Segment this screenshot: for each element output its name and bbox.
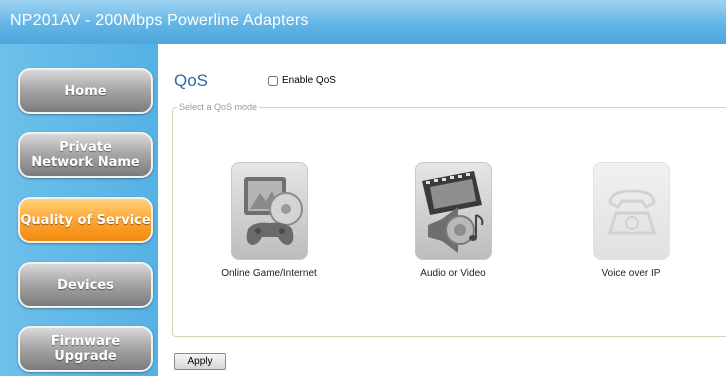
nav-quality-of-service-label: Quality of Service (20, 212, 151, 228)
nav-home-button[interactable]: Home (18, 68, 153, 114)
nav-devices-button[interactable]: Devices (18, 262, 153, 308)
nav-firmware-upgrade-label: Firmware Upgrade (50, 334, 121, 364)
app-title: NP201AV - 200Mbps Powerline Adapters (10, 12, 309, 29)
qos-mode-audio-video[interactable]: Audio or Video (383, 162, 523, 279)
apply-button[interactable]: Apply (174, 353, 226, 370)
sidebar: Home Private Network Name Quality of Ser… (0, 44, 158, 376)
qos-mode-online-game-label: Online Game/Internet (221, 268, 317, 279)
main-content: QoS Enable QoS Select a QoS mode Online … (158, 44, 726, 376)
qos-mode-voip[interactable]: Voice over IP (561, 162, 701, 279)
page-title: QoS (174, 71, 209, 90)
header-bar: NP201AV - 200Mbps Powerline Adapters (0, 0, 726, 44)
game-internet-icon[interactable] (230, 162, 308, 260)
nav-private-network-name-button[interactable]: Private Network Name (18, 132, 153, 178)
qos-mode-online-game[interactable]: Online Game/Internet (199, 162, 339, 279)
nav-devices-label: Devices (57, 277, 114, 293)
enable-qos-option[interactable]: Enable QoS (268, 75, 336, 86)
enable-qos-label: Enable QoS (282, 75, 336, 86)
audio-video-icon[interactable] (414, 162, 492, 260)
enable-qos-checkbox[interactable] (268, 75, 278, 86)
nav-quality-of-service-button[interactable]: Quality of Service (18, 197, 153, 243)
qos-mode-voip-label: Voice over IP (601, 268, 661, 279)
nav-home-label: Home (64, 83, 107, 99)
qos-mode-legend: Select a QoS mode (179, 102, 258, 112)
nav-firmware-upgrade-button[interactable]: Firmware Upgrade (18, 326, 153, 372)
qos-mode-audio-video-label: Audio or Video (420, 268, 486, 279)
telephone-icon[interactable] (592, 162, 670, 260)
nav-private-network-name-label: Private Network Name (31, 140, 140, 170)
